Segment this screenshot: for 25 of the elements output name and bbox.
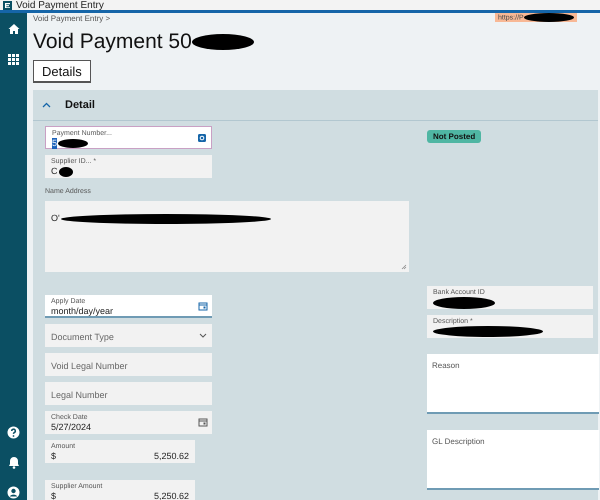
reason-field[interactable]: Reason	[427, 354, 599, 414]
calendar-icon[interactable]	[198, 417, 208, 427]
apps-grid-icon[interactable]	[6, 51, 22, 67]
user-icon[interactable]	[6, 484, 22, 500]
search-icon[interactable]	[197, 133, 207, 143]
breadcrumb[interactable]: Void Payment Entry	[33, 14, 104, 23]
tab[interactable]: Details	[33, 60, 91, 83]
redaction-mark	[192, 34, 254, 50]
page-title: Void Payment 50	[33, 30, 192, 54]
document-type-dropdown[interactable]: Document Type	[45, 324, 212, 347]
window-title: Void Payment Entry	[16, 0, 104, 10]
resize-grip-icon[interactable]	[401, 264, 407, 270]
status-badge: Not Posted	[427, 130, 482, 143]
breadcrumb-separator: >	[106, 14, 110, 23]
void-legal-number-field[interactable]: Void Legal Number	[45, 353, 212, 376]
gl-description-field[interactable]: GL Description	[427, 430, 599, 490]
redaction-mark	[58, 139, 88, 148]
caret-icon	[42, 100, 51, 110]
redaction-mark	[58, 166, 72, 176]
redaction-mark	[433, 297, 495, 309]
legal-number-field[interactable]: Legal Number	[45, 382, 212, 405]
redaction-mark	[524, 13, 574, 22]
name-address-field[interactable]: O'	[45, 201, 409, 272]
calendar-icon[interactable]	[198, 301, 208, 311]
help-icon[interactable]	[6, 424, 22, 440]
